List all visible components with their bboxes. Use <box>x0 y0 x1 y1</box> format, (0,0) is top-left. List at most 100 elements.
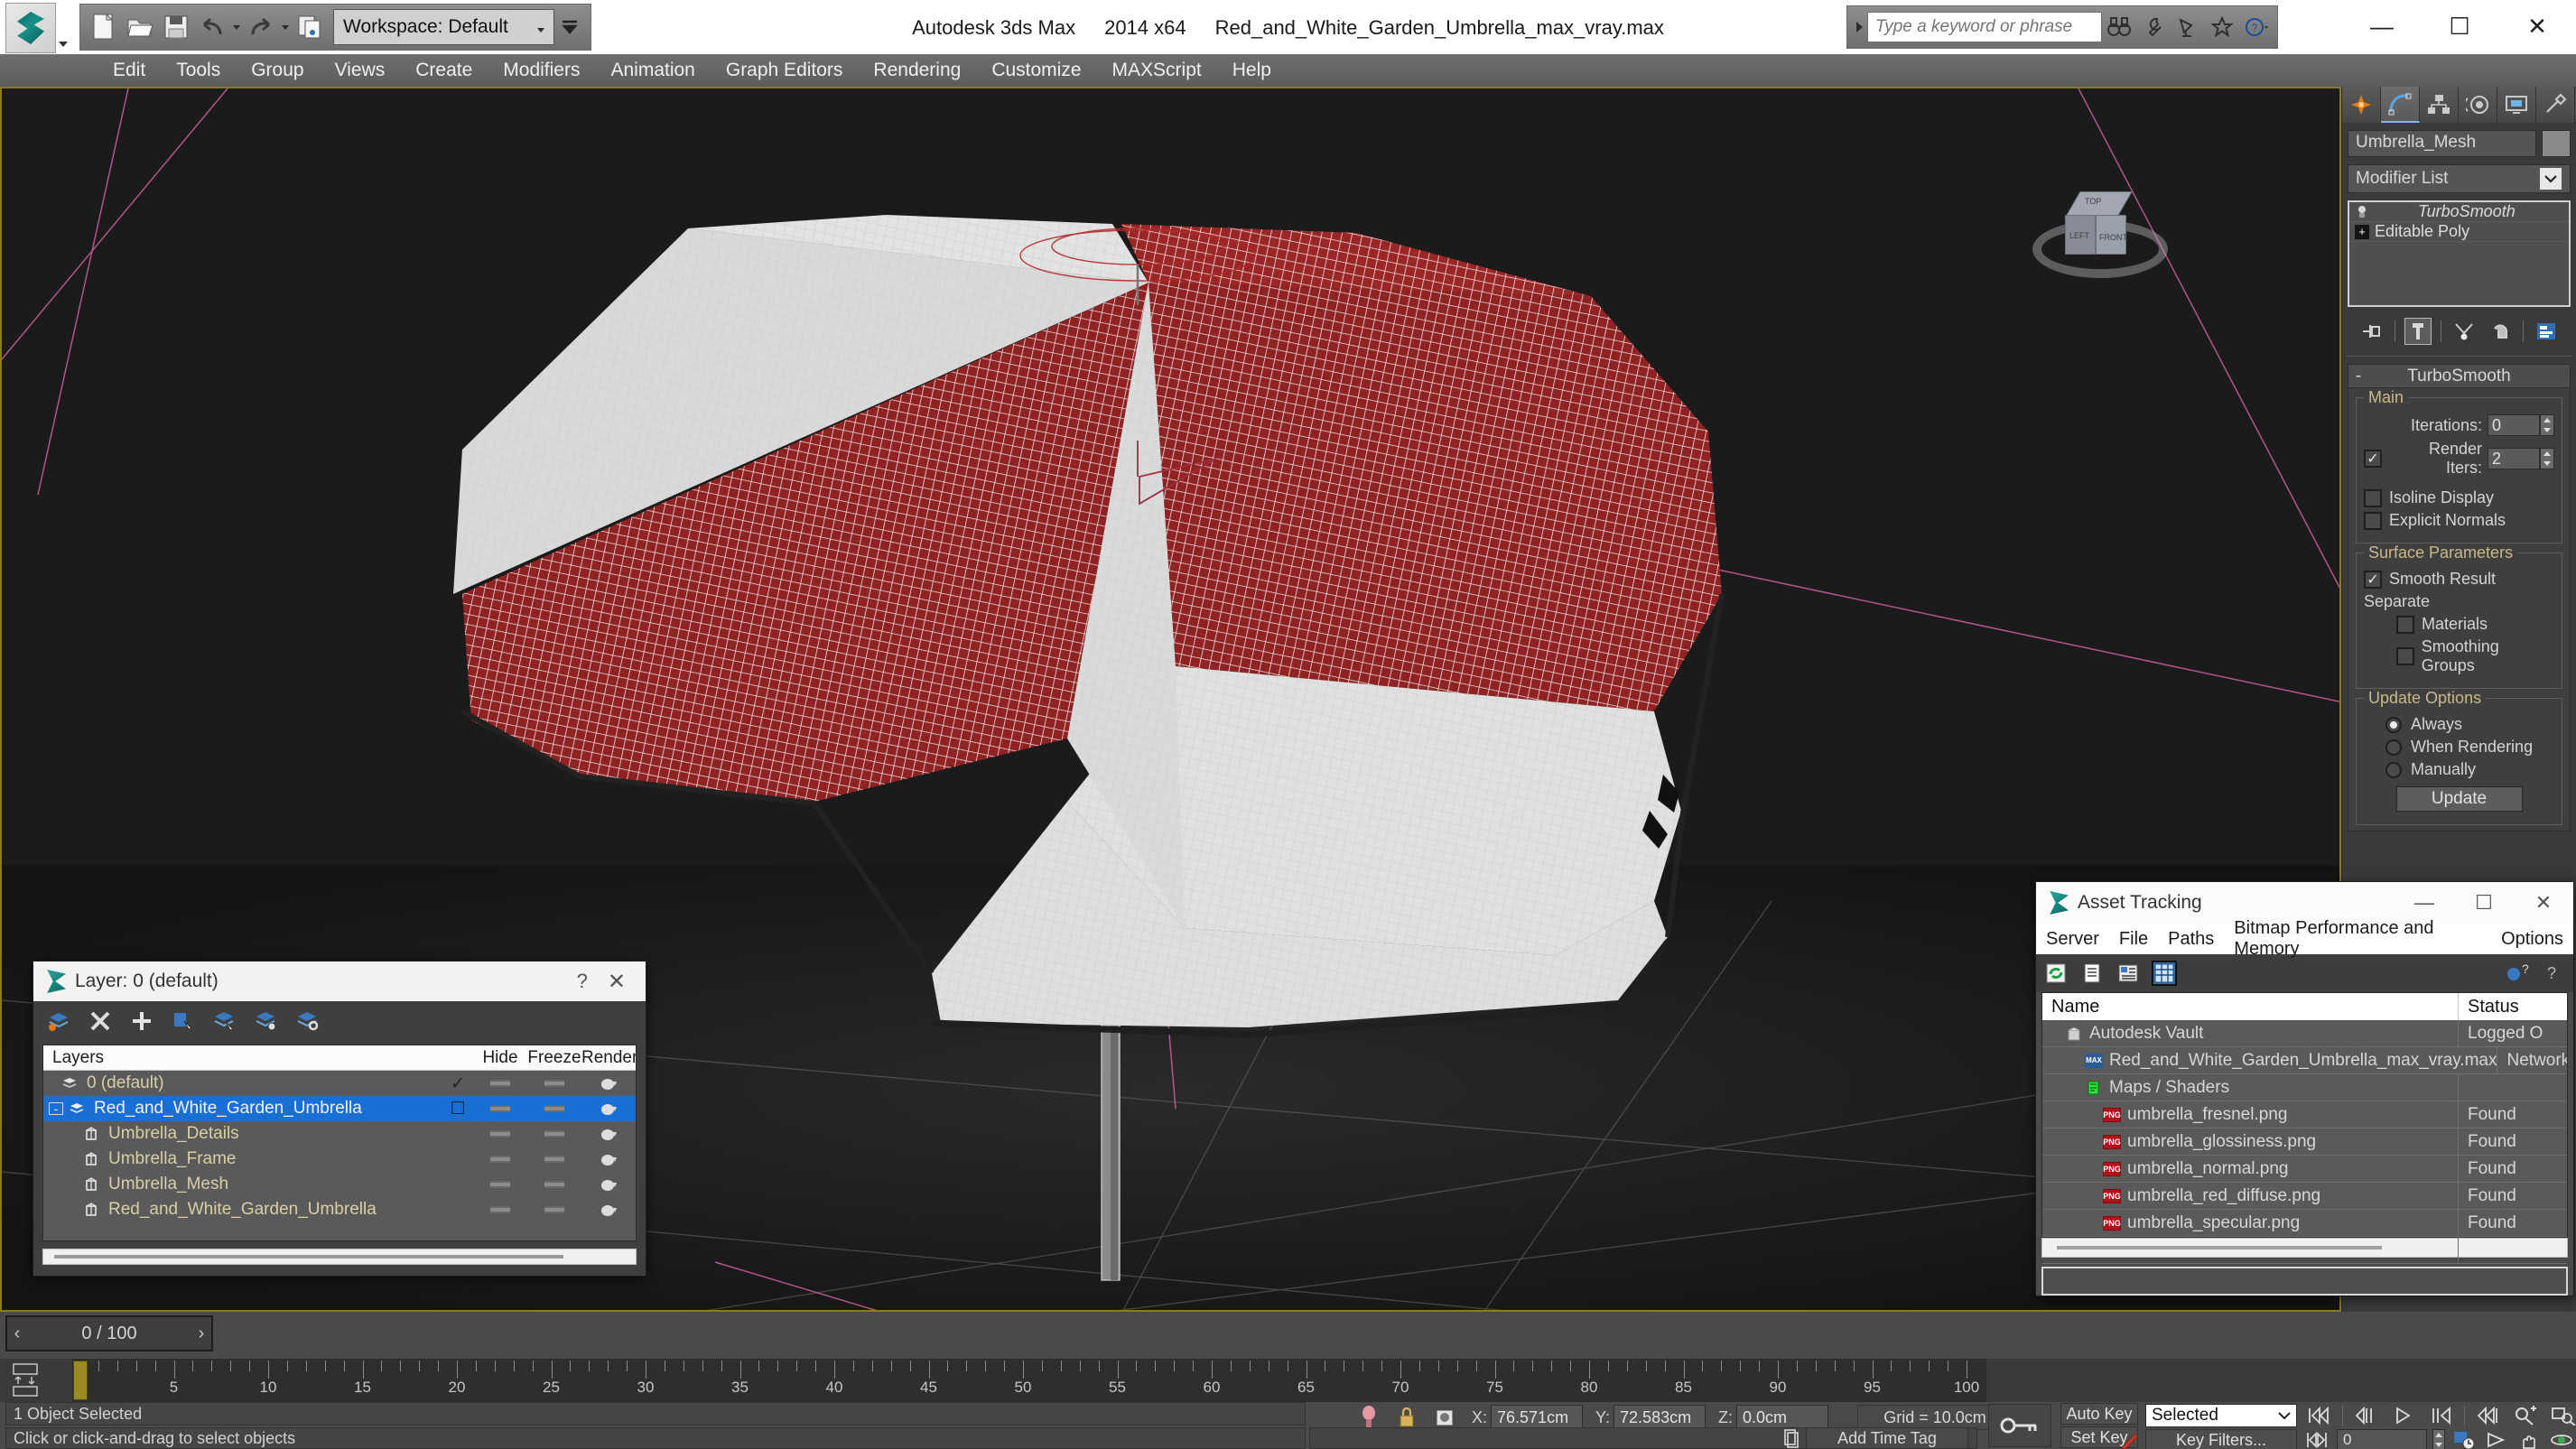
iterations-stepper[interactable] <box>2540 414 2554 436</box>
layer-dialog[interactable]: Layer: 0 (default) ? ✕ Layers Hide Freez… <box>33 961 646 1277</box>
freeze-toggle[interactable] <box>527 1181 581 1188</box>
detail-view-icon[interactable] <box>2116 961 2141 986</box>
hide-toggle[interactable] <box>473 1080 527 1087</box>
isoline-display-row[interactable]: Isoline Display <box>2364 488 2554 507</box>
table-row[interactable]: Umbrella_Frame <box>43 1147 636 1172</box>
table-row[interactable]: PNG umbrella_red_diffuse.png Found <box>2042 1182 2567 1210</box>
hierarchy-tab[interactable] <box>2420 87 2459 123</box>
project-folder-icon[interactable] <box>292 9 328 45</box>
auto-key-button[interactable]: Auto Key <box>2060 1403 2138 1425</box>
application-menu-button[interactable] <box>5 3 68 53</box>
layer-horizontal-scrollbar[interactable] <box>42 1249 637 1265</box>
z-coordinate[interactable]: Z: 0.0cm <box>1718 1405 1829 1430</box>
select-highlight-icon[interactable] <box>212 1008 237 1034</box>
help-icon[interactable]: ? <box>2541 961 2566 986</box>
table-row[interactable]: Umbrella_Details <box>43 1121 636 1147</box>
workspace-selector[interactable]: Workspace: Default <box>333 9 554 45</box>
qat-overflow-icon[interactable] <box>554 9 585 45</box>
pan-camera-icon[interactable] <box>2483 1429 2510 1449</box>
materials-checkbox[interactable] <box>2396 615 2414 634</box>
freeze-toggle[interactable] <box>527 1130 581 1138</box>
menu-item-maxscript[interactable]: MAXScript <box>1097 54 1217 87</box>
search-input[interactable] <box>1867 12 2102 42</box>
layer-dialog-help-button[interactable]: ? <box>557 970 608 993</box>
hide-toggle[interactable] <box>473 1206 527 1213</box>
set-key-pencil-icon[interactable] <box>2118 1429 2142 1449</box>
table-row[interactable]: - Red_and_White_Garden_Umbrella ☐ <box>43 1096 636 1121</box>
smooth-result-row[interactable]: ✓ Smooth Result <box>2364 570 2554 589</box>
key-mode-toggle-icon[interactable] <box>2304 1429 2331 1449</box>
motion-tab[interactable] <box>2459 87 2497 123</box>
time-slider[interactable] <box>73 1361 88 1400</box>
layer-expander[interactable]: - <box>49 1102 63 1115</box>
redo-dropdown-icon[interactable] <box>279 9 292 45</box>
asset-maximize-button[interactable]: ☐ <box>2454 891 2514 915</box>
add-layer-icon[interactable] <box>129 1008 154 1034</box>
time-tag-icon[interactable] <box>1781 1427 1802 1449</box>
render-iters-value[interactable]: 2 <box>2488 448 2540 469</box>
binoculars-icon[interactable] <box>2102 9 2136 45</box>
when-rendering-radio[interactable] <box>2385 738 2402 756</box>
time-config-icon[interactable] <box>2450 1429 2478 1449</box>
create-tab[interactable] <box>2342 87 2381 123</box>
help-add-icon[interactable]: ? <box>2505 961 2530 986</box>
refresh-icon[interactable] <box>2043 961 2069 986</box>
asset-menu-file[interactable]: File <box>2109 929 2158 950</box>
chevron-down-icon[interactable] <box>2278 1411 2296 1420</box>
list-view-icon[interactable] <box>2079 961 2105 986</box>
undo-icon[interactable] <box>194 9 230 45</box>
rollout-collapse-icon[interactable]: - <box>2348 367 2368 386</box>
current-layer-check[interactable]: ✓ <box>442 1073 473 1094</box>
frame-stepper[interactable] <box>2432 1429 2445 1449</box>
x-coordinate[interactable]: X: 76.571cm <box>1472 1405 1584 1430</box>
add-selection-icon[interactable] <box>254 1008 279 1034</box>
menu-item-customize[interactable]: Customize <box>976 54 1096 87</box>
modifier-list-dropdown[interactable]: Modifier List <box>2348 164 2571 193</box>
satellite-icon[interactable] <box>2171 9 2205 45</box>
table-row[interactable]: PNG umbrella_fresnel.png Found <box>2042 1101 2567 1129</box>
play-icon[interactable] <box>2388 1404 2419 1427</box>
asset-menu-bitmap-performance[interactable]: Bitmap Performance and Memory <box>2224 918 2491 960</box>
table-row[interactable]: Umbrella_Mesh <box>43 1172 636 1197</box>
table-row[interactable]: PNG umbrella_specular.png Found <box>2042 1209 2567 1237</box>
display-tab[interactable] <box>2497 87 2536 123</box>
table-row[interactable]: Autodesk Vault Logged O <box>2042 1019 2567 1047</box>
menu-item-tools[interactable]: Tools <box>161 54 236 87</box>
asset-menu-options[interactable]: Options <box>2491 929 2573 950</box>
redo-icon[interactable] <box>243 9 279 45</box>
selection-set-combo[interactable]: Selected <box>2145 1404 2297 1427</box>
menu-item-help[interactable]: Help <box>1217 54 1287 87</box>
menu-item-rendering[interactable]: Rendering <box>858 54 976 87</box>
hide-toggle[interactable] <box>473 1105 527 1112</box>
table-row[interactable]: MAX Red_and_White_Garden_Umbrella_max_vr… <box>2042 1046 2567 1074</box>
previous-frame-icon[interactable] <box>2350 1404 2381 1427</box>
delete-layer-icon[interactable] <box>88 1008 113 1034</box>
prev-frame-arrow[interactable]: ‹ <box>7 1324 27 1344</box>
asset-table[interactable]: Name Status Autodesk Vault Logged O MAX … <box>2041 992 2568 1264</box>
explicit-normals-row[interactable]: Explicit Normals <box>2364 511 2554 530</box>
next-frame-icon[interactable] <box>2426 1404 2457 1427</box>
hide-toggle[interactable] <box>473 1156 527 1163</box>
render-toggle[interactable] <box>581 1127 636 1141</box>
new-file-icon[interactable] <box>86 9 122 45</box>
update-button[interactable]: Update <box>2395 786 2523 812</box>
current-layer-check[interactable]: ☐ <box>442 1099 473 1119</box>
menu-item-modifiers[interactable]: Modifiers <box>488 54 595 87</box>
freeze-toggle[interactable] <box>527 1080 581 1087</box>
update-option-when-rendering[interactable]: When Rendering <box>2364 738 2554 757</box>
explicit-normals-checkbox[interactable] <box>2364 511 2382 530</box>
undo-dropdown-icon[interactable] <box>230 9 243 45</box>
render-toggle[interactable] <box>581 1152 636 1166</box>
modifier-stack-item-turbosmooth[interactable]: TurboSmooth <box>2349 202 2569 222</box>
asset-close-button[interactable]: ✕ <box>2514 891 2573 915</box>
select-objects-icon[interactable] <box>171 1008 196 1034</box>
menu-item-create[interactable]: Create <box>400 54 488 87</box>
render-iters-stepper[interactable] <box>2540 448 2554 469</box>
freeze-toggle[interactable] <box>527 1105 581 1112</box>
asset-minimize-button[interactable]: — <box>2395 891 2454 915</box>
asset-menu-server[interactable]: Server <box>2036 929 2109 950</box>
layer-table[interactable]: Layers Hide Freeze Render 0 (default) ✓ <box>42 1045 637 1241</box>
modifier-stack[interactable]: TurboSmooth + Editable Poly <box>2348 200 2571 307</box>
current-frame-field[interactable]: 0 <box>2337 1429 2427 1449</box>
turbosmooth-rollout-header[interactable]: - TurboSmooth <box>2348 365 2570 388</box>
